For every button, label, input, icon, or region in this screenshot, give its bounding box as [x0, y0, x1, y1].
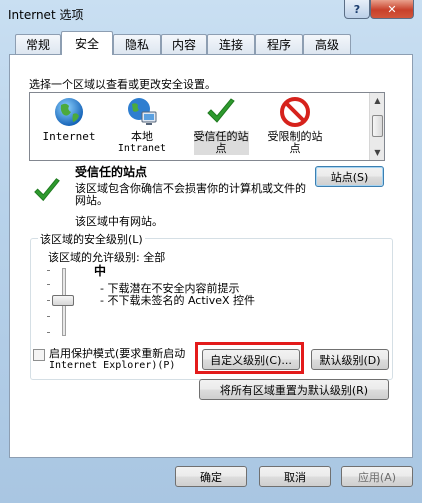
security-level-group-title: 该区域的安全级别(L) [38, 231, 145, 247]
protected-mode-checkbox[interactable] [33, 349, 45, 361]
allowed-levels-text: 该区域的允许级别: 全部 [48, 251, 166, 264]
security-level-name: 中 [94, 264, 107, 278]
selected-zone-title: 受信任的站点 [75, 165, 148, 179]
zone-internet[interactable]: Internet [29, 96, 109, 143]
custom-level-button[interactable]: 自定义级别(C)... [202, 349, 300, 370]
default-level-button[interactable]: 默认级别(D) [311, 349, 389, 370]
tab-privacy[interactable]: 隐私 [113, 34, 161, 54]
slider-tick [47, 332, 50, 333]
restricted-icon [280, 97, 310, 127]
zone-trusted-sites-label: 受信任的站 点 [193, 130, 249, 155]
reset-all-zones-button[interactable]: 将所有区域重置为默认级别(R) [199, 379, 389, 400]
security-level-detail: - 不下载未签名的 ActiveX 控件 [100, 294, 256, 307]
close-button[interactable]: ✕ [370, 0, 414, 19]
zone-sites-status: 该区域中有网站。 [75, 215, 163, 228]
tab-advanced[interactable]: 高级 [303, 34, 351, 54]
zone-restricted-sites[interactable]: 受限制的站 点 [255, 96, 335, 155]
checkmark-icon [207, 98, 235, 123]
cancel-button[interactable]: 取消 [259, 466, 331, 487]
zone-internet-label: Internet [42, 130, 96, 143]
zone-list-scrollbar[interactable]: ▲ ▼ [369, 93, 384, 160]
security-level-slider-thumb[interactable] [52, 295, 74, 306]
slider-tick [47, 300, 50, 301]
selected-zone-description: 该区域包含你确信不会损害你的计算机或文件的网站。 [75, 182, 306, 207]
tab-security[interactable]: 安全 [61, 31, 113, 55]
zone-select-caption: 选择一个区域以查看或更改安全设置。 [29, 78, 216, 91]
slider-tick [47, 284, 50, 285]
zone-local-intranet-label: 本地 Intranet [117, 130, 167, 155]
scroll-down-icon[interactable]: ▼ [370, 145, 385, 160]
globe-icon [55, 98, 83, 126]
scroll-thumb[interactable] [372, 115, 383, 137]
ok-button[interactable]: 确定 [175, 466, 247, 487]
zone-local-intranet[interactable]: 本地 Intranet [102, 96, 182, 155]
sites-button[interactable]: 站点(S) [315, 166, 384, 187]
tab-programs[interactable]: 程序 [255, 34, 303, 54]
scroll-up-icon[interactable]: ▲ [370, 93, 385, 108]
window-title: Internet 选项 [8, 8, 84, 22]
protected-mode-label[interactable]: 启用保护模式(要求重新启动 Internet Explorer)(P) [49, 348, 197, 372]
tab-connections[interactable]: 连接 [207, 34, 255, 54]
local-intranet-icon [128, 98, 157, 125]
zone-restricted-sites-label: 受限制的站 点 [267, 130, 323, 155]
trusted-checkmark-icon [34, 178, 60, 202]
tab-general[interactable]: 常规 [15, 34, 61, 54]
apply-button[interactable]: 应用(A) [341, 466, 413, 487]
help-button[interactable]: ? [344, 0, 370, 19]
tab-content[interactable]: 内容 [161, 34, 207, 54]
slider-tick [47, 270, 50, 271]
slider-tick [47, 316, 50, 317]
zone-trusted-sites[interactable]: 受信任的站 点 [181, 96, 261, 155]
